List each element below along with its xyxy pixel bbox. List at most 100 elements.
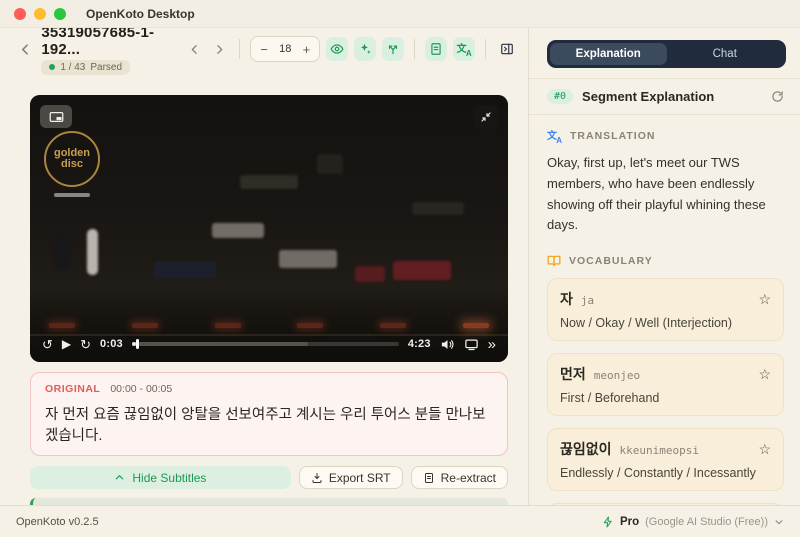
back-button[interactable]	[16, 38, 35, 60]
tab-explanation[interactable]: Explanation	[550, 43, 667, 65]
star-bookmark-icon[interactable]: ☆	[758, 442, 771, 456]
prev-segment-button[interactable]	[185, 38, 204, 60]
collapse-video-button[interactable]	[474, 105, 498, 129]
toggle-right-panel-button[interactable]	[496, 37, 518, 61]
star-bookmark-icon[interactable]: ☆	[758, 367, 771, 381]
vocab-definition: Endlessly / Constantly / Incessantly	[560, 466, 756, 481]
parsed-status-badge: 1 / 43 Parsed	[41, 59, 131, 75]
ai-enhance-button[interactable]	[354, 37, 377, 61]
statusbar: OpenKoto v0.2.5 Pro (Google AI Studio (F…	[0, 505, 800, 537]
segment-index-badge: #0	[547, 89, 574, 104]
app-version: OpenKoto v0.2.5	[16, 515, 99, 528]
picture-in-picture-button[interactable]	[40, 105, 72, 128]
stage-scene	[30, 95, 508, 362]
vocabulary-header-label: VOCABULARY	[569, 255, 653, 268]
re-extract-label: Re-extract	[440, 470, 496, 485]
vocab-word: 끊임없이	[560, 441, 612, 458]
status-dot-icon	[49, 64, 56, 70]
provider-label: (Google AI Studio (Free))	[645, 515, 768, 528]
hide-subtitles-button[interactable]: Hide Subtitles	[30, 466, 291, 489]
plan-selector[interactable]: Pro (Google AI Studio (Free))	[602, 516, 784, 528]
font-size-decrease-button[interactable]: −	[257, 42, 271, 57]
vocab-romanization: kkeunimeopsi	[619, 444, 700, 458]
golden-disc-logo: golden disc	[44, 131, 100, 187]
total-time: 4:23	[407, 338, 431, 350]
split-segment-button[interactable]	[382, 37, 405, 61]
rewind-10-icon[interactable]: ↺	[42, 338, 53, 351]
re-extract-button[interactable]: Re-extract	[410, 466, 508, 489]
vocab-card[interactable]: 끊임없이 kkeunimeopsi ☆ Endlessly / Constant…	[547, 428, 784, 492]
buffered-range	[131, 342, 309, 346]
segment-header: #0 Segment Explanation	[529, 79, 800, 114]
pip-icon	[49, 111, 63, 122]
parsed-label: Parsed	[90, 61, 123, 73]
divider	[239, 39, 241, 59]
stage-footlights	[49, 323, 489, 328]
logo-subtext	[54, 193, 90, 197]
playhead-handle[interactable]	[135, 339, 139, 349]
vocab-definition: First / Beforehand	[560, 391, 660, 406]
translate-icon: 文A	[456, 44, 472, 58]
lightning-icon	[602, 516, 614, 528]
original-label: ORIGINAL	[45, 383, 101, 395]
divider	[485, 39, 486, 59]
translation-header-label: TRANSLATION	[570, 130, 656, 142]
seek-bar[interactable]	[131, 339, 399, 349]
window-controls	[14, 7, 66, 20]
chevron-left-icon	[191, 44, 197, 54]
document-title: 35319057685-1-192...	[41, 28, 155, 58]
plan-label: Pro	[619, 515, 640, 528]
font-size-value: 18	[279, 43, 292, 55]
current-time: 0:03	[100, 338, 123, 350]
vocab-word: 자	[560, 291, 573, 308]
next-segment-button[interactable]	[210, 38, 229, 60]
video-frame	[30, 95, 508, 362]
translation-section-header: 文A TRANSLATION	[547, 129, 784, 145]
original-time-range: 00:00 - 00:05	[110, 383, 173, 395]
segment-count: 1 / 43	[60, 61, 86, 73]
export-srt-label: Export SRT	[328, 470, 391, 485]
titlebar: OpenKoto Desktop	[0, 0, 800, 28]
tab-chat[interactable]: Chat	[667, 43, 784, 65]
toggle-visibility-button[interactable]	[326, 37, 349, 61]
vocab-card[interactable]: 자 ja ☆ Now / Okay / Well (Interjection)	[547, 278, 784, 342]
export-srt-button[interactable]: Export SRT	[298, 466, 403, 489]
vocab-card[interactable]: 먼저 meonjeo ☆ First / Beforehand	[547, 353, 784, 417]
chevron-down-icon	[774, 517, 784, 527]
eye-icon	[330, 44, 344, 54]
vocab-definition: Now / Okay / Well (Interjection)	[560, 316, 733, 331]
chevron-up-icon	[116, 475, 124, 480]
star-bookmark-icon[interactable]: ☆	[758, 292, 771, 306]
video-player[interactable]: golden disc ↺ ▶ ↻ 0:03 4:23 »	[30, 95, 508, 362]
playback-speed-icon[interactable]: »	[488, 337, 496, 352]
font-size-stepper: − 18 +	[250, 36, 321, 62]
app-title: OpenKoto Desktop	[86, 6, 195, 21]
minimize-window-button[interactable]	[34, 7, 46, 20]
play-button[interactable]: ▶	[62, 338, 71, 350]
original-subtitle-card: ORIGINAL 00:00 - 00:05 자 먼저 요즘 끊임없이 앙탈을 …	[30, 372, 508, 456]
explanation-content[interactable]: 文A TRANSLATION Okay, first up, let's mee…	[529, 115, 800, 505]
chevron-left-icon	[22, 43, 29, 55]
panel-right-icon	[501, 43, 513, 55]
document-icon	[424, 472, 433, 483]
close-window-button[interactable]	[14, 7, 26, 20]
video-controls: ↺ ▶ ↻ 0:03 4:23 »	[42, 333, 496, 355]
vocab-word: 먼저	[560, 366, 586, 383]
hide-subtitles-label: Hide Subtitles	[132, 470, 207, 485]
original-text: 자 먼저 요즘 끊임없이 앙탈을 선보여주고 계시는 우리 투어스 분들 만나보…	[45, 407, 486, 444]
chevron-right-icon	[217, 44, 223, 54]
forward-10-icon[interactable]: ↻	[80, 338, 91, 351]
download-icon	[312, 472, 322, 483]
subtitle-controls-row: Hide Subtitles Export SRT Re-extract	[30, 466, 508, 489]
subtitle-list-item[interactable]: 00:00 자 먼저 요즘 끊임없이 앙탈을 선보여주고 계시는 우리 투어스 …	[30, 498, 508, 505]
font-size-increase-button[interactable]: +	[299, 42, 313, 57]
vocabulary-section-header: VOCABULARY	[547, 254, 784, 268]
translate-icon: 文A	[547, 131, 562, 145]
zoom-window-button[interactable]	[54, 7, 66, 20]
cast-display-icon[interactable]	[464, 337, 479, 352]
transcript-button[interactable]	[425, 37, 448, 61]
refresh-explanation-button[interactable]	[771, 90, 784, 103]
volume-icon[interactable]	[440, 337, 455, 352]
panel-tabs: Explanation Chat	[547, 40, 786, 68]
translate-button[interactable]: 文A	[453, 37, 476, 61]
